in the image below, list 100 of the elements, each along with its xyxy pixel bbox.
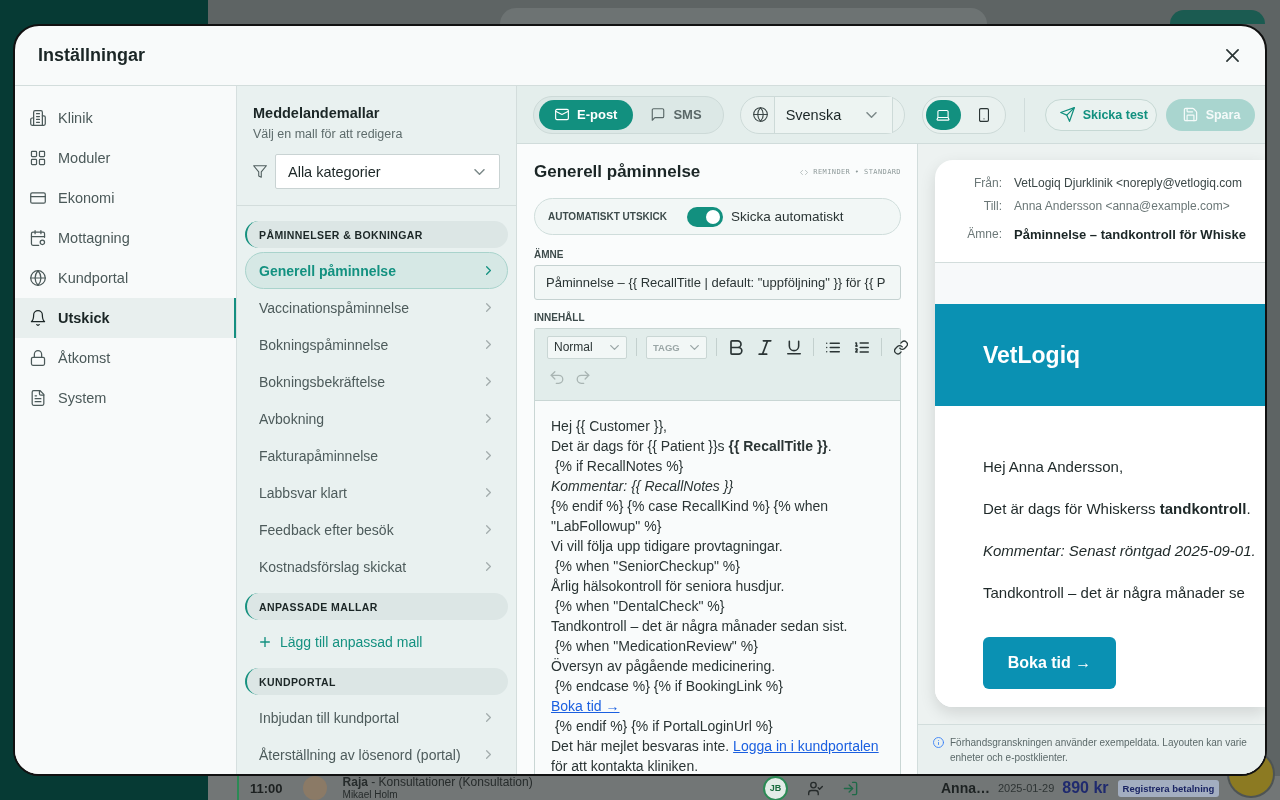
template-item[interactable]: Inbjudan till kundportal bbox=[245, 699, 508, 736]
template-item[interactable]: Bokningsbekräftelse bbox=[245, 363, 508, 400]
content-line: Årlig hälsokontroll för seniora husdjur. bbox=[551, 577, 786, 596]
person-check-icon[interactable] bbox=[808, 780, 823, 796]
nav-item[interactable]: Klinik bbox=[15, 98, 236, 138]
italic-icon[interactable] bbox=[758, 339, 772, 355]
chevron-right-icon bbox=[486, 303, 491, 312]
link-icon[interactable] bbox=[894, 339, 908, 355]
register-payment-button[interactable]: Registrera betalning bbox=[1117, 779, 1220, 797]
search-field[interactable] bbox=[500, 8, 987, 24]
language-select[interactable]: Svenska bbox=[739, 95, 905, 134]
paper-plane-icon bbox=[1059, 107, 1075, 122]
template-item[interactable]: Avbokning bbox=[245, 400, 508, 437]
chevron-down-icon bbox=[610, 344, 619, 350]
add-template-link[interactable]: Lägg till anpassad mall bbox=[245, 624, 508, 660]
phone-icon bbox=[977, 107, 992, 122]
auto-send-label: AUTOMATISKT UTSKICK bbox=[548, 211, 668, 222]
vet-name: Mikael Holm bbox=[342, 789, 399, 800]
initials-avatar: JB bbox=[763, 775, 788, 800]
section-header: ANPASSADE MALLAR bbox=[245, 593, 508, 620]
card-icon bbox=[30, 190, 46, 206]
appointment-time: 11:00 bbox=[250, 780, 283, 796]
nav-item[interactable]: Kundportal bbox=[15, 258, 236, 298]
content-line: {% when "SeniorCheckup" %} bbox=[553, 557, 741, 576]
bold-icon[interactable] bbox=[729, 339, 743, 355]
content-line: {% when "MedicationReview" %} bbox=[553, 637, 759, 656]
chevron-right-icon bbox=[486, 525, 491, 534]
sender-address: VetLogiq Djurklinik <noreply@vetlogiq.com bbox=[1014, 176, 1242, 190]
content-line: {% endif %} {% case RecallKind %} {% when "LabFollowup" %} bbox=[551, 497, 830, 536]
nav-item[interactable]: Moduler bbox=[15, 138, 236, 178]
header-label: Ämne: bbox=[966, 227, 1002, 241]
calendar-icon bbox=[30, 230, 46, 246]
content-paragraph: Det här mejlet besvaras inte. Logga in i kundportalen för att kontakta kliniken. bbox=[551, 737, 880, 774]
header-label: Till: bbox=[982, 199, 1002, 213]
nav-item[interactable]: Mottagning bbox=[15, 218, 236, 258]
grid-icon bbox=[30, 150, 46, 166]
dialog-title: Inställningar bbox=[38, 45, 145, 66]
section-header: KUNDPORTAL bbox=[245, 668, 508, 695]
content-label: INNEHÅLL bbox=[534, 312, 586, 324]
chevron-right-icon bbox=[486, 340, 491, 349]
document-icon bbox=[30, 390, 46, 406]
chevron-down-icon bbox=[474, 168, 485, 175]
template-item[interactable]: Kostnadsförslag skickat bbox=[245, 548, 508, 585]
nav-item[interactable]: Ekonomi bbox=[15, 178, 236, 218]
booking-link[interactable]: Boka tid → bbox=[551, 698, 620, 714]
email-paragraph: Det är dags för Whiskerss tandkontroll. bbox=[983, 499, 1252, 519]
template-item[interactable]: Vaccinationspåminnelse bbox=[245, 289, 508, 326]
content-line: {% when "DentalCheck" %} bbox=[553, 597, 726, 616]
chevron-right-icon bbox=[486, 750, 491, 759]
template-title: Generell påminnelse bbox=[534, 162, 701, 182]
format-select[interactable]: Normal bbox=[547, 335, 627, 359]
subject-label: ÄMNE bbox=[534, 249, 565, 261]
subject-field[interactable]: Påminnelse – {{ RecallTitle | default: "uppföljning" }} för {{ P bbox=[534, 265, 901, 300]
nav-item[interactable]: Åtkomst bbox=[15, 338, 236, 378]
close-icon[interactable] bbox=[1226, 49, 1239, 62]
template-item[interactable]: Labbsvar klart bbox=[245, 474, 508, 511]
preview-note: Förhandsgranskningen använder exempeldata. Layouten kan varie enheter och e-postklienter. bbox=[950, 736, 1247, 765]
nav-item[interactable]: Utskick bbox=[15, 298, 236, 338]
portal-link[interactable]: Logga in i kundportalen bbox=[733, 738, 879, 754]
invoice-amount: 890 kr bbox=[1062, 779, 1109, 797]
content-line: {% if RecallNotes %} bbox=[553, 457, 685, 476]
template-item[interactable]: Återställning av lösenord (portal) bbox=[245, 736, 508, 773]
channel-tab[interactable]: SMS bbox=[635, 99, 718, 130]
numbered-list-icon[interactable] bbox=[855, 339, 869, 355]
email-subject: Påminnelse – tandkontroll för Whiske bbox=[1014, 226, 1246, 242]
laptop-icon bbox=[936, 107, 951, 122]
content-line: Kommentar: {{ RecallNotes }} bbox=[551, 477, 735, 496]
content-line: {% endcase %} {% if BookingLink %} bbox=[553, 677, 784, 696]
chevron-right-icon bbox=[486, 488, 491, 497]
chevron-down-icon bbox=[865, 111, 877, 118]
panel-title: Meddelandemallar bbox=[253, 104, 381, 122]
content-line: Vi vill följa upp tidigare provtagningar. bbox=[551, 537, 784, 556]
photo-placeholder bbox=[302, 776, 327, 800]
template-item[interactable]: Feedback efter besök bbox=[245, 511, 508, 548]
panel-subtitle: Välj en mall för att redigera bbox=[253, 126, 404, 142]
chevron-down-icon bbox=[690, 344, 699, 350]
toggle-switch[interactable] bbox=[687, 206, 724, 227]
globe-icon bbox=[752, 107, 768, 122]
email-paragraph: Kommentar: Senast röntgad 2025-09-01. bbox=[983, 541, 1257, 561]
plus-icon bbox=[260, 637, 270, 647]
template-item[interactable]: Fakturapåminnelse bbox=[245, 437, 508, 474]
chevron-right-icon bbox=[486, 451, 491, 460]
send-test-button[interactable]: Skicka test bbox=[1044, 98, 1157, 131]
header-label: Från: bbox=[973, 176, 1002, 190]
book-button[interactable]: Boka tid → bbox=[983, 637, 1116, 689]
chevron-right-icon bbox=[486, 562, 491, 571]
email-paragraph: Tandkontroll – det är några månader se bbox=[983, 583, 1246, 603]
appointment-title: Raja - Konsultationer (Konsultation) bbox=[342, 776, 533, 789]
chevron-right-icon bbox=[486, 414, 491, 423]
globe-icon bbox=[30, 270, 46, 286]
underline-icon[interactable] bbox=[787, 339, 801, 355]
channel-tab[interactable]: E-post bbox=[539, 99, 634, 130]
content-line: Hej {{ Customer }}, bbox=[551, 417, 668, 436]
filter-icon[interactable] bbox=[253, 165, 267, 178]
category-select[interactable]: Alla kategorier bbox=[275, 154, 500, 189]
envelope-icon bbox=[555, 108, 569, 121]
template-item[interactable]: Bokningspåminnelse bbox=[245, 326, 508, 363]
chevron-right-icon bbox=[486, 266, 491, 275]
nav-item[interactable]: System bbox=[15, 378, 236, 418]
bell-icon bbox=[30, 310, 46, 326]
